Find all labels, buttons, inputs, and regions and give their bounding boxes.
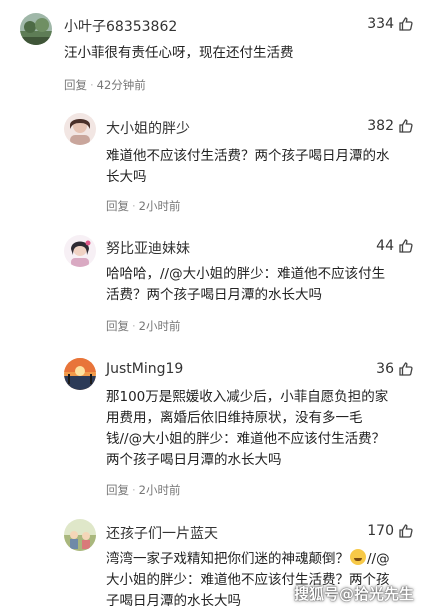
- username[interactable]: JustMing19: [106, 361, 183, 377]
- thumbs-up-icon[interactable]: [398, 238, 414, 254]
- like-count: 44: [376, 238, 394, 254]
- avatar[interactable]: [20, 13, 52, 45]
- thumbs-up-icon[interactable]: [398, 523, 414, 539]
- like-count: 382: [367, 118, 394, 134]
- comment-meta: 回复 · 42分钟前: [64, 78, 146, 92]
- comment-text-part: 湾湾一家子戏精知把你们迷的神魂颠倒？: [106, 551, 349, 567]
- comment-text: 难道他不应该付生活费？两个孩子喝日月潭的水长大吗: [106, 148, 390, 185]
- reply-button[interactable]: 回复: [106, 319, 129, 333]
- comment-text: 汪小菲很有责任心呀，现在还付生活费: [64, 45, 294, 61]
- avatar[interactable]: [64, 113, 96, 145]
- avatar[interactable]: [64, 519, 96, 551]
- thumbs-up-icon[interactable]: [398, 16, 414, 32]
- laughing-emoji-icon: [350, 549, 366, 565]
- comment-meta: 回复 · 2小时前: [106, 483, 181, 497]
- reply-button[interactable]: 回复: [106, 199, 129, 213]
- timestamp: 42分钟前: [96, 78, 146, 92]
- timestamp: 2小时前: [138, 483, 181, 497]
- timestamp: 2小时前: [138, 199, 181, 213]
- like-count: 36: [376, 361, 394, 377]
- like-count: 170: [367, 523, 394, 539]
- username[interactable]: 小叶子68353862: [64, 16, 177, 36]
- comment-item: 小叶子68353862 334 汪小菲很有责任心呀，现在还付生活费 回复 · 42分…: [0, 0, 424, 100]
- thumbs-up-icon[interactable]: [398, 118, 414, 134]
- reply-button[interactable]: 回复: [64, 78, 87, 92]
- comment-text: 哈哈哈，//@大小姐的胖少：难道他不应该付生活费？两个孩子喝日月潭的水长大吗: [106, 266, 386, 303]
- thumbs-up-icon[interactable]: [398, 361, 414, 377]
- reply-item: 大小姐的胖少 382 难道他不应该付生活费？两个孩子喝日月潭的水长大吗 回复 · 2…: [0, 105, 424, 223]
- username[interactable]: 努比亚迪妹妹: [106, 238, 190, 258]
- username[interactable]: 大小姐的胖少: [106, 118, 190, 138]
- comment-meta: 回复 · 2小时前: [106, 319, 181, 333]
- reply-item: JustMing19 36 那100万是熙媛收入减少后，小菲自愿负担的家用费用，…: [0, 351, 424, 511]
- comment-meta: 回复 · 2小时前: [106, 199, 181, 213]
- watermark: 搜狐号@拾光先生: [293, 585, 414, 603]
- reply-item: 努比亚迪妹妹 44 哈哈哈，//@大小姐的胖少：难道他不应该付生活费？两个孩子喝…: [0, 228, 424, 346]
- reply-button[interactable]: 回复: [106, 483, 129, 497]
- comment-text: 那100万是熙媛收入减少后，小菲自愿负担的家用费用，离婚后依旧维持原状，没有多一…: [106, 389, 389, 468]
- avatar[interactable]: [64, 358, 96, 390]
- timestamp: 2小时前: [138, 319, 181, 333]
- like-count: 334: [367, 16, 394, 32]
- avatar[interactable]: [64, 235, 96, 267]
- username[interactable]: 还孩子们一片蓝天: [106, 523, 218, 543]
